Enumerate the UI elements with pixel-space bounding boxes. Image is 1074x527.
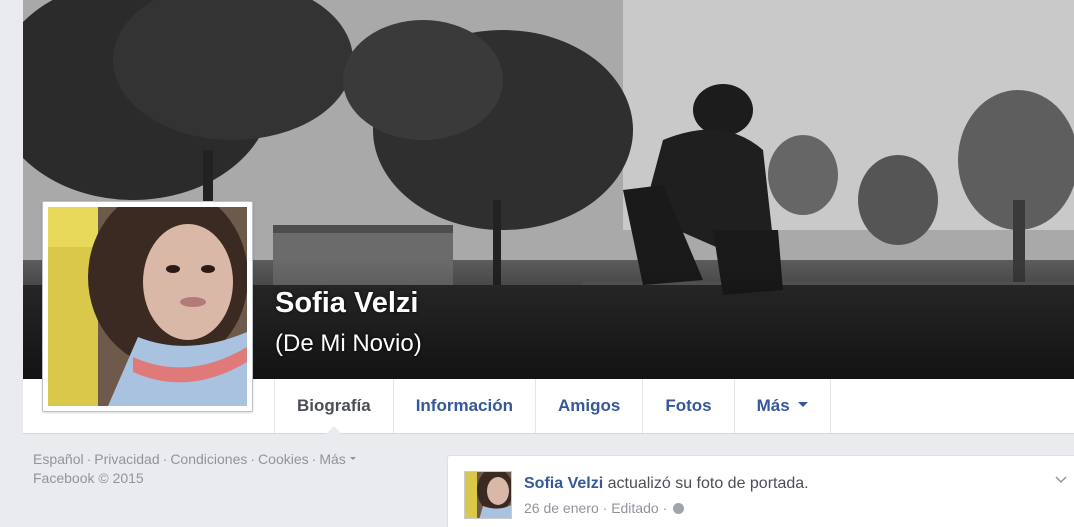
globe-icon[interactable]	[673, 502, 685, 514]
left-margin	[0, 0, 23, 527]
separator: ·	[162, 451, 168, 467]
tab-label: Información	[415, 396, 513, 415]
tab-label: Biografía	[297, 396, 371, 415]
timeline-story: Sofia Velzi actualizó su foto de portada…	[447, 455, 1074, 527]
chevron-down-icon	[797, 402, 808, 408]
separator: ·	[311, 451, 317, 467]
profile-picture[interactable]	[42, 201, 253, 412]
tab-mas[interactable]: Más	[733, 379, 831, 433]
footer-link-cookies[interactable]: Cookies	[258, 451, 309, 467]
story-avatar[interactable]	[464, 471, 512, 519]
tab-amigos[interactable]: Amigos	[534, 379, 642, 433]
footer-link-privacy[interactable]: Privacidad	[94, 451, 159, 467]
profile-tabs: Biografía Información Amigos Fotos Más	[274, 379, 831, 434]
chevron-down-icon[interactable]	[1054, 472, 1068, 486]
separator: ·	[662, 500, 668, 516]
footer-links-row: Español · Privacidad · Condiciones · Cookies · M…	[33, 450, 356, 469]
separator: ·	[602, 500, 608, 516]
footer-link-language[interactable]: Español	[33, 451, 84, 467]
story-date[interactable]: 26 de enero	[524, 500, 599, 516]
separator: ·	[86, 451, 92, 467]
tab-label: Más	[756, 396, 790, 415]
footer-link-more[interactable]: Más	[319, 451, 345, 467]
story-author[interactable]: Sofia Velzi	[524, 475, 603, 492]
tab-biografia[interactable]: Biografía	[274, 379, 393, 434]
footer: Español · Privacidad · Condiciones · Cookies · M…	[33, 450, 356, 488]
tab-informacion[interactable]: Información	[392, 379, 535, 433]
footer-link-terms[interactable]: Condiciones	[170, 451, 247, 467]
story-header: Sofia Velzi actualizó su foto de portada…	[524, 475, 809, 493]
tab-label: Amigos	[557, 396, 621, 415]
story-edited[interactable]: Editado	[611, 500, 658, 516]
profile-alternate-name: (De Mi Novio)	[275, 330, 422, 357]
profile-name[interactable]: Sofia Velzi	[275, 287, 418, 320]
chevron-down-icon	[349, 456, 356, 460]
profile-picture-image	[48, 207, 247, 406]
story-action: actualizó su foto de portada.	[607, 475, 809, 492]
story-meta: 26 de enero · Editado ·	[524, 500, 685, 516]
separator: ·	[250, 451, 256, 467]
tab-fotos[interactable]: Fotos	[642, 379, 733, 433]
tab-label: Fotos	[665, 396, 712, 415]
footer-copyright: Facebook © 2015	[33, 470, 144, 486]
